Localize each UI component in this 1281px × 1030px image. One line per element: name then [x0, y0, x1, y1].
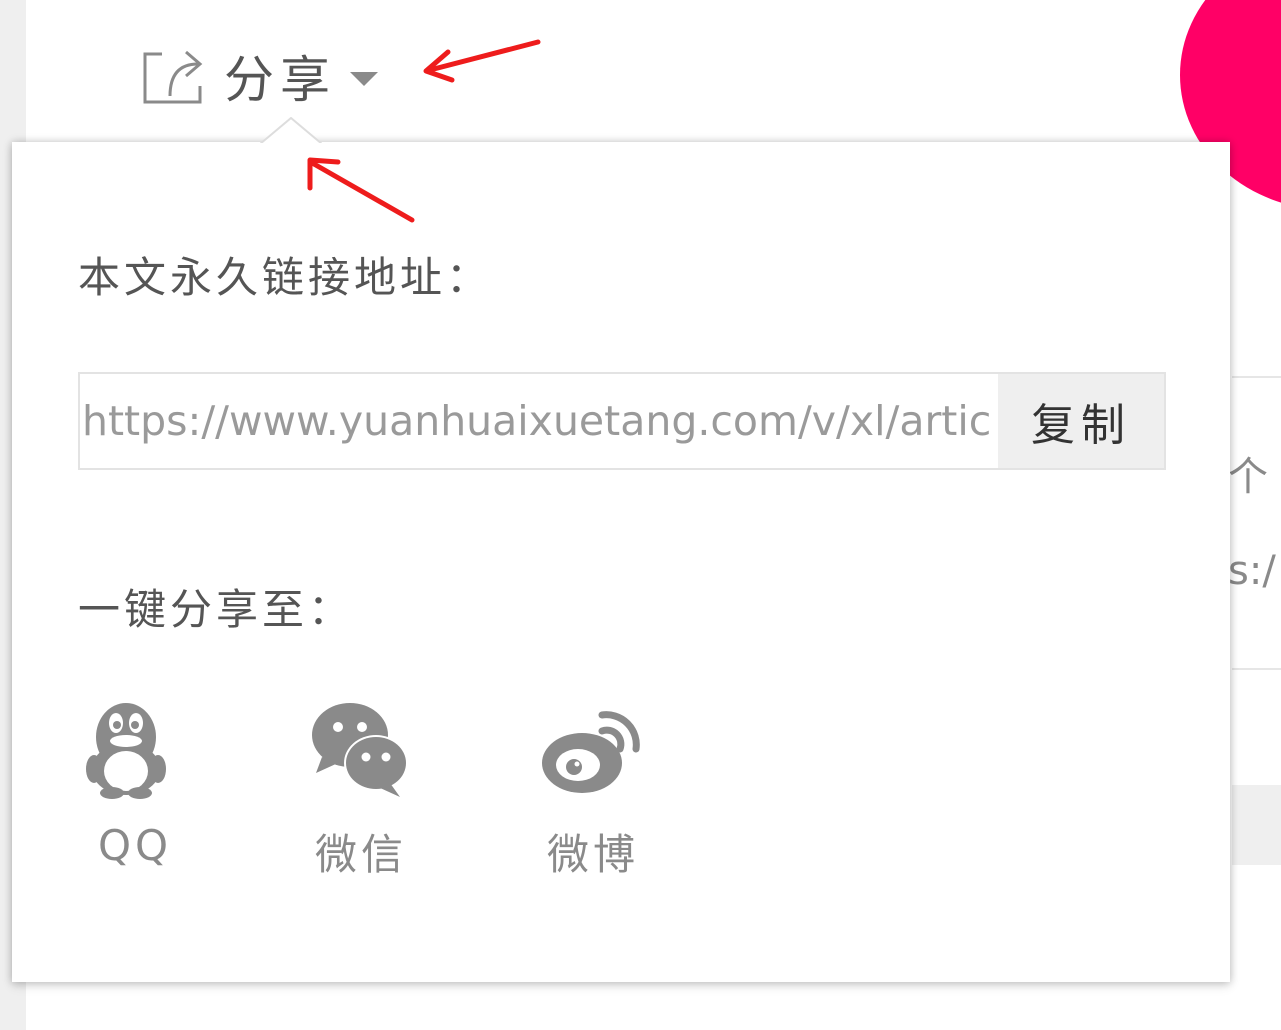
share-to-weibo-button[interactable]: 微博 [526, 697, 646, 879]
share-target-label: 微信 [314, 830, 407, 879]
caret-down-icon [350, 72, 378, 86]
qq-penguin-icon [82, 697, 186, 801]
share-popup: 本文永久链接地址： 复制 一键分享至： [12, 142, 1230, 982]
share-icon [143, 50, 203, 104]
permalink-label: 本文永久链接地址： [78, 253, 493, 302]
permalink-row: 复制 [78, 372, 1166, 470]
share-to-wechat-button[interactable]: 微信 [294, 697, 414, 879]
copy-button[interactable]: 复制 [998, 374, 1164, 468]
share-to-label: 一键分享至： [78, 585, 355, 634]
share-label: 分享 [224, 51, 336, 109]
page: 个 s:/ 分享 本文永久链接地址： 复制 一键分享至： [0, 0, 1281, 1030]
background-text-fragment: 个 [1228, 454, 1268, 500]
permalink-input[interactable] [80, 374, 998, 468]
background-card [1232, 376, 1281, 670]
weibo-icon [540, 697, 644, 801]
background-bar [1232, 785, 1281, 865]
annotation-arrow-icon [307, 157, 415, 223]
share-dropdown-trigger[interactable]: 分享 [140, 44, 378, 109]
background-text-fragment: s:/ [1228, 548, 1276, 594]
share-target-label: 微博 [546, 830, 639, 879]
wechat-icon [308, 697, 412, 801]
annotation-arrow-icon [423, 39, 541, 83]
share-to-qq-button[interactable]: QQ [68, 697, 188, 877]
share-target-label: QQ [97, 821, 173, 870]
popup-pointer [260, 117, 322, 145]
